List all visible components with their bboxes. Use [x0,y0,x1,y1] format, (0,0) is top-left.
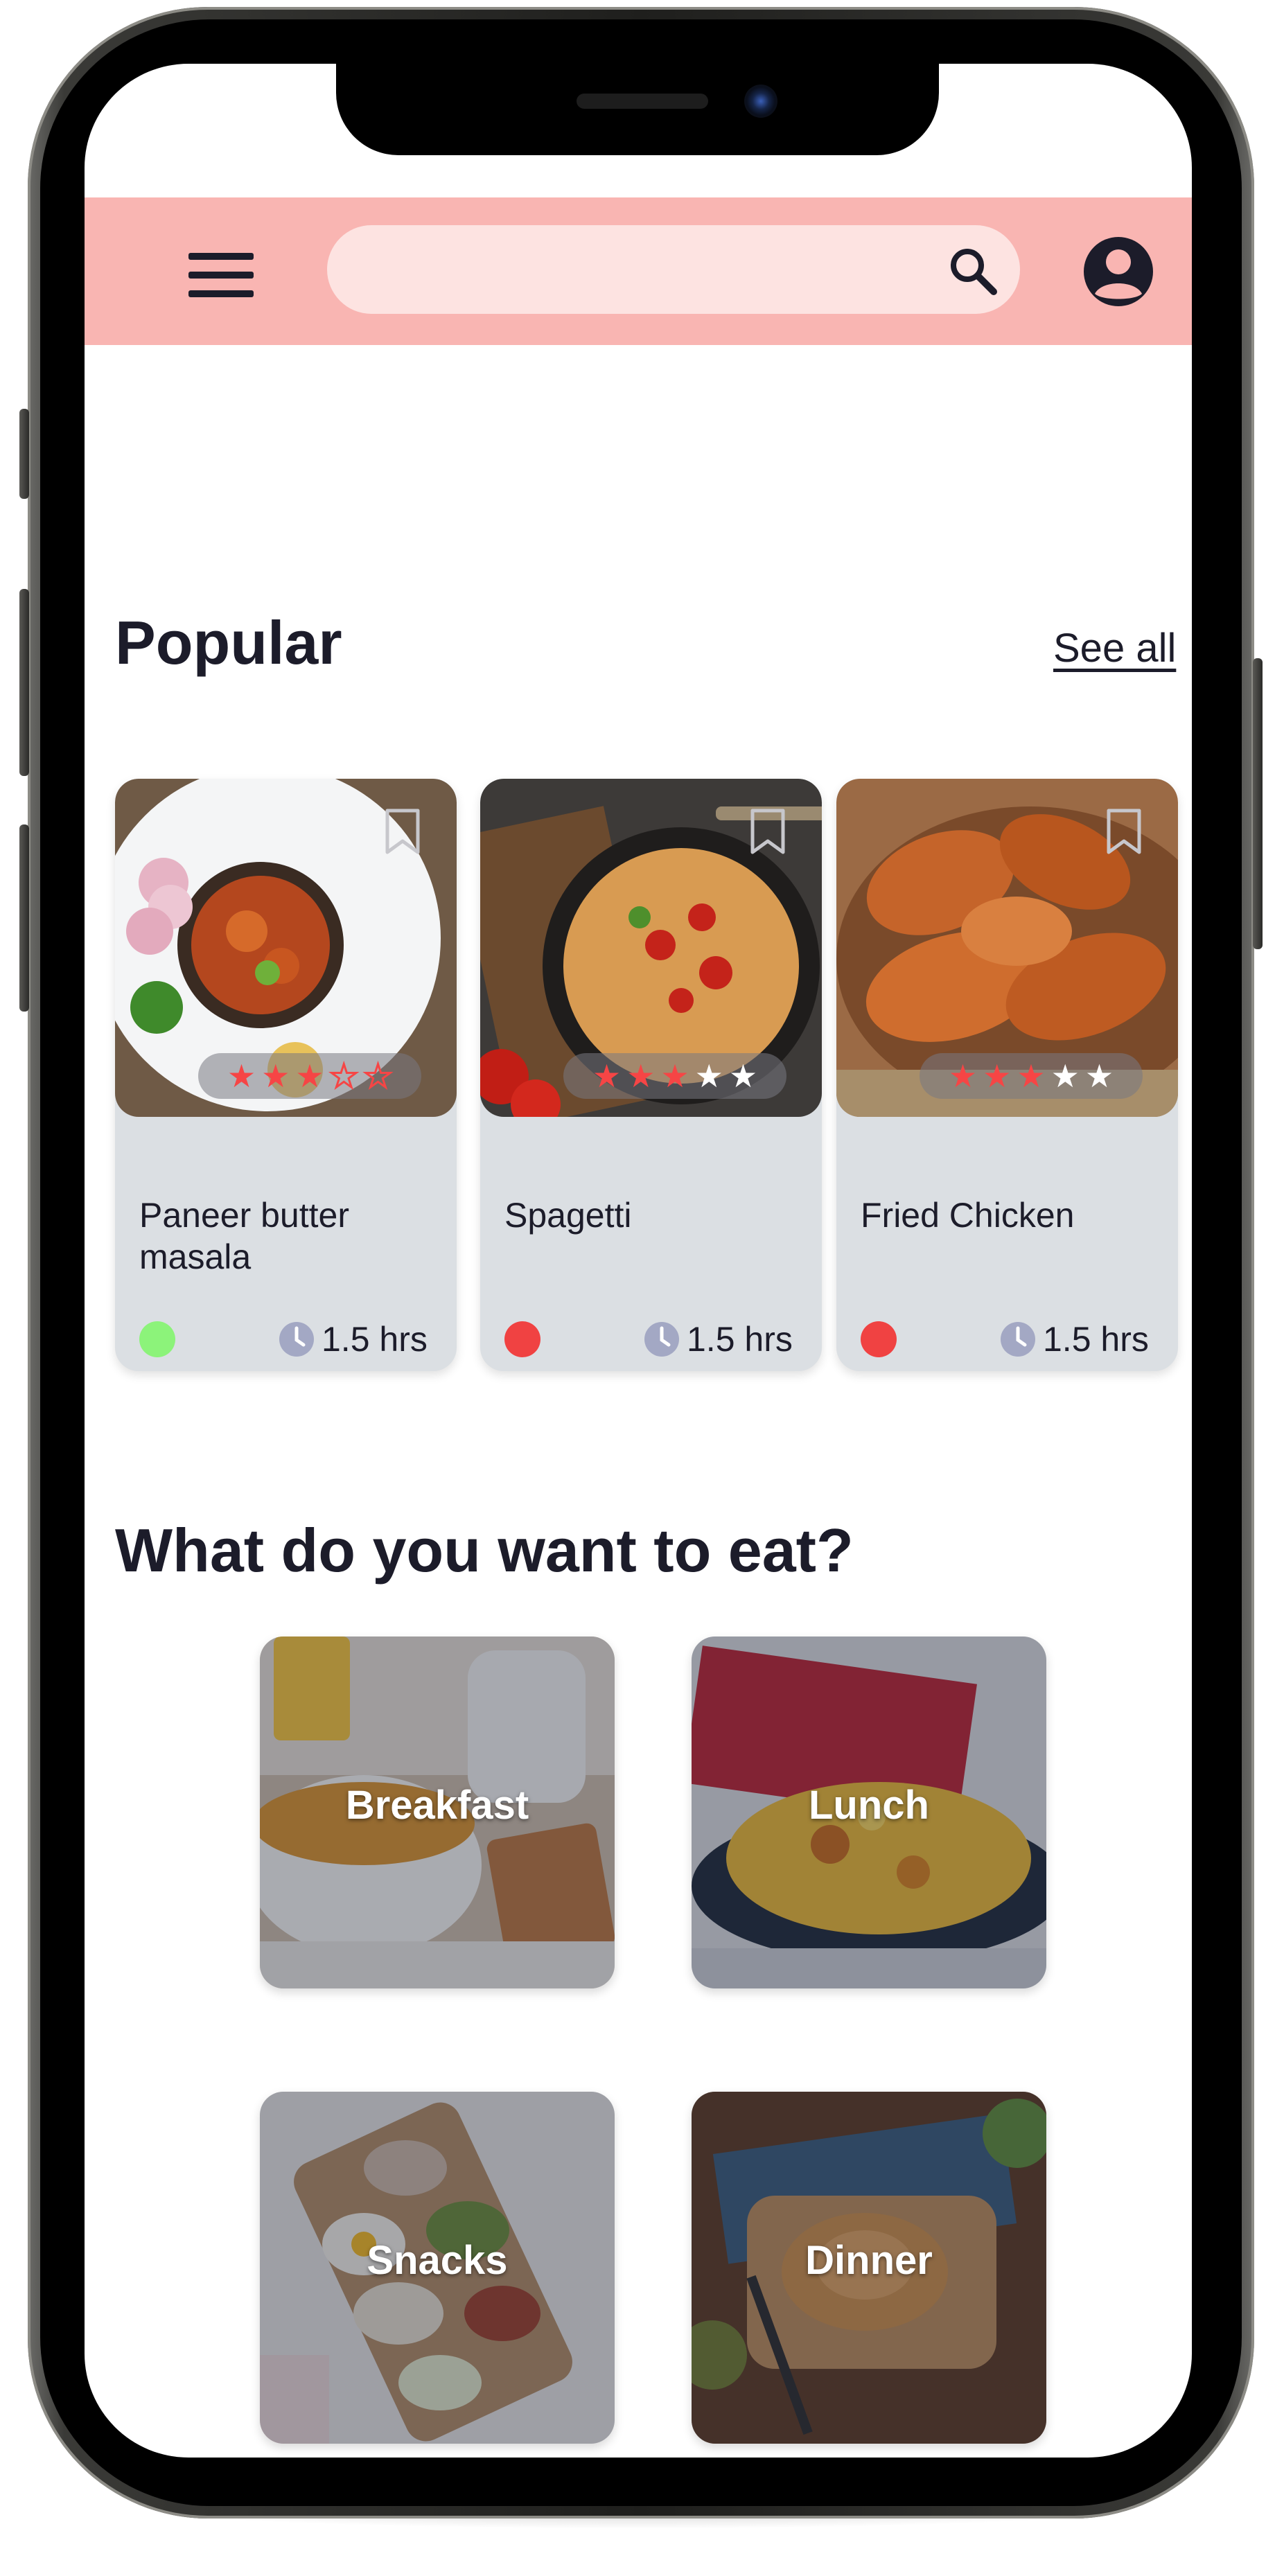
categories-title: What do you want to eat? [115,1516,854,1585]
earpiece-speaker [577,94,708,109]
volume-up-button [19,589,29,776]
star-filled-icon: ★ [592,1058,622,1094]
app-screen: Popular See all ★ ★ ★ ★ ★ Paneer butter … [85,64,1192,2458]
star-filled-icon: ★ [948,1058,978,1094]
search-input[interactable] [355,225,923,314]
phone-notch [336,64,939,155]
category-snacks[interactable]: Snacks [260,2092,615,2444]
category-breakfast[interactable]: Breakfast [260,1637,615,1988]
recipe-card-spagetti[interactable]: ★ ★ ★ ★ ★ Spagetti 1.5 hrs [480,779,822,1371]
recipe-name: Spagetti [504,1196,632,1235]
mute-switch [19,409,29,499]
clock-icon [279,1322,314,1357]
bookmark-icon[interactable] [1105,808,1143,856]
star-empty-icon: ★ [728,1058,758,1094]
cook-time: 1.5 hrs [322,1320,428,1359]
recipe-card-fried-chicken[interactable]: ★ ★ ★ ★ ★ Fried Chicken 1.5 hrs [836,779,1178,1371]
bookmark-icon[interactable] [748,808,787,856]
volume-down-button [19,824,29,1012]
star-filled-icon: ★ [227,1058,256,1094]
star-filled-icon: ★ [295,1058,324,1094]
hamburger-menu-icon[interactable] [188,253,254,297]
user-profile-icon[interactable] [1082,236,1154,308]
star-empty-icon: ★ [362,1058,393,1094]
recipe-card-paneer[interactable]: ★ ★ ★ ★ ★ Paneer butter masala 1.5 hrs [115,779,457,1371]
recipe-name: Paneer butter masala [139,1196,349,1276]
category-dinner[interactable]: Dinner [692,2092,1046,2444]
search-icon[interactable] [945,243,1001,299]
category-label: Lunch [809,1783,929,1828]
cook-time: 1.5 hrs [1043,1320,1149,1359]
category-label: Snacks [367,2238,508,2283]
star-filled-icon: ★ [1017,1058,1046,1094]
category-lunch[interactable]: Lunch [692,1637,1046,1988]
see-all-link[interactable]: See all [1053,625,1176,671]
power-button [1253,658,1263,949]
star-empty-icon: ★ [328,1058,359,1094]
star-filled-icon: ★ [983,1058,1012,1094]
star-empty-icon: ★ [1084,1058,1114,1094]
bookmark-icon[interactable] [383,808,422,856]
clock-icon [644,1322,679,1357]
rating-stars: ★ ★ ★ ★ ★ [198,1053,421,1099]
popular-title: Popular [115,608,342,677]
star-filled-icon: ★ [660,1058,689,1094]
search-bar[interactable] [327,225,1020,314]
clock-icon [1001,1322,1035,1357]
app-header [85,197,1192,345]
star-filled-icon: ★ [261,1058,290,1094]
diet-indicator-dot [504,1321,540,1357]
recipe-name: Fried Chicken [861,1196,1075,1235]
rating-stars: ★ ★ ★ ★ ★ [563,1053,786,1099]
diet-indicator-dot [861,1321,897,1357]
star-empty-icon: ★ [1050,1058,1080,1094]
star-empty-icon: ★ [694,1058,723,1094]
category-label: Breakfast [345,1783,529,1828]
rating-stars: ★ ★ ★ ★ ★ [920,1053,1143,1099]
star-filled-icon: ★ [626,1058,656,1094]
diet-indicator-dot [139,1321,175,1357]
category-label: Dinner [805,2238,933,2283]
front-camera-icon [744,85,777,118]
cook-time: 1.5 hrs [687,1320,793,1359]
